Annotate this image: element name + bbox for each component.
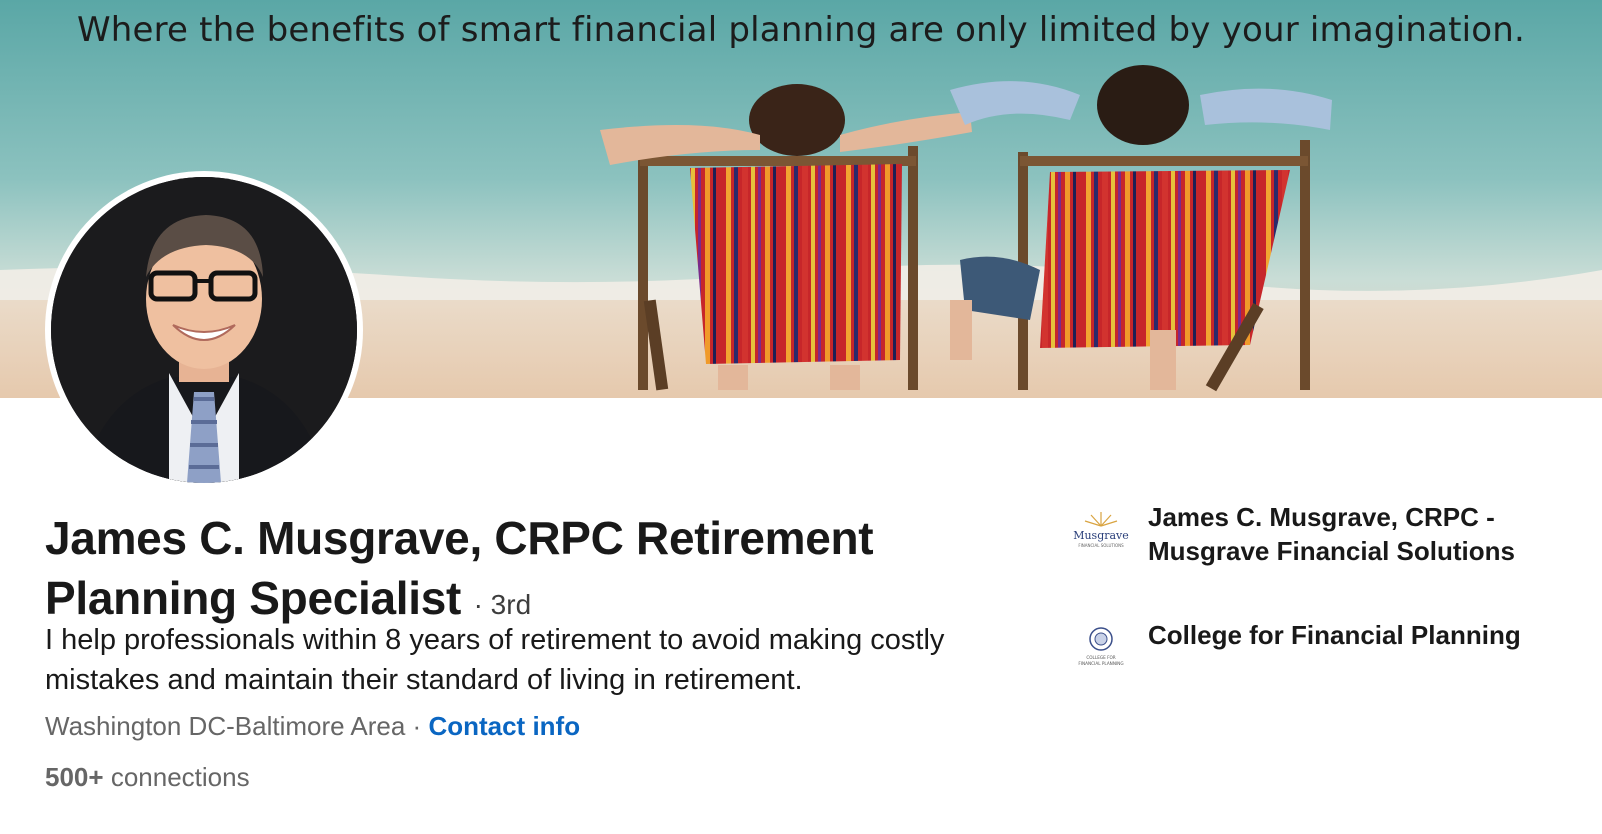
profile-name-text: James C. Musgrave, CRPC Retirement Plann… — [45, 512, 874, 624]
contact-info-link[interactable]: Contact info — [428, 711, 580, 741]
connections-count: 500+ — [45, 762, 104, 792]
musgrave-logo-icon: Musgrave FINANCIAL SOLUTIONS — [1066, 500, 1136, 560]
current-company-link[interactable]: Musgrave FINANCIAL SOLUTIONS James C. Mu… — [1066, 500, 1548, 568]
education-name: College for Financial Planning — [1148, 620, 1521, 650]
connections-link[interactable]: 500+ connections — [45, 762, 250, 793]
banner-tagline: Where the benefits of smart financial pl… — [76, 10, 1526, 50]
education-link[interactable]: COLLEGE FOR FINANCIAL PLANNING College f… — [1066, 618, 1548, 678]
profile-name-block: James C. Musgrave, CRPC Retirement Plann… — [45, 508, 1045, 635]
location-line: Washington DC-Baltimore Area · Contact i… — [45, 711, 580, 742]
profile-location: Washington DC-Baltimore Area — [45, 711, 406, 741]
connections-label: connections — [110, 762, 250, 792]
svg-text:FINANCIAL SOLUTIONS: FINANCIAL SOLUTIONS — [1078, 543, 1124, 548]
profile-name: James C. Musgrave, CRPC Retirement Plann… — [45, 508, 1045, 635]
connection-degree: · 3rd — [473, 589, 532, 620]
svg-text:COLLEGE FOR: COLLEGE FOR — [1086, 655, 1115, 660]
current-company-name: James C. Musgrave, CRPC - Musgrave Finan… — [1148, 502, 1515, 566]
svg-text:Musgrave: Musgrave — [1073, 529, 1129, 542]
college-seal-icon: COLLEGE FOR FINANCIAL PLANNING — [1066, 618, 1136, 678]
profile-headline: I help professionals within 8 years of r… — [45, 624, 945, 696]
svg-text:FINANCIAL PLANNING: FINANCIAL PLANNING — [1078, 661, 1123, 666]
separator-dot: · — [412, 711, 422, 741]
profile-avatar[interactable] — [45, 171, 363, 489]
profile-card: Where the benefits of smart financial pl… — [0, 0, 1602, 834]
avatar-photo — [51, 177, 357, 483]
